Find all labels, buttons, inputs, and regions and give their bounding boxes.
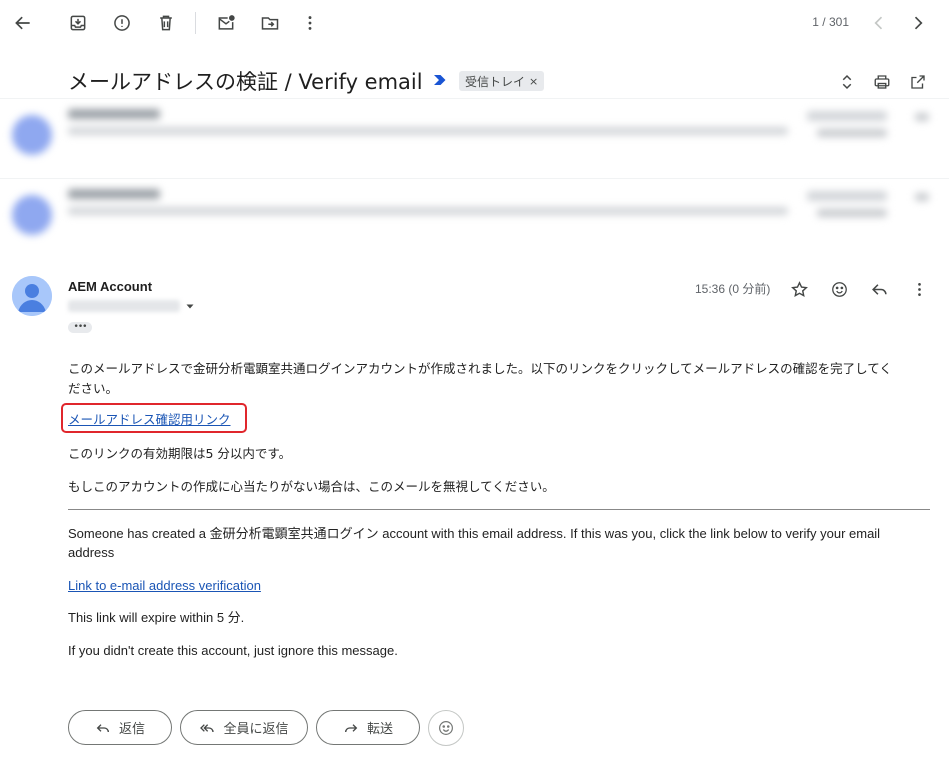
forward-button[interactable]: 転送 [316, 710, 420, 745]
date-placeholder [807, 111, 887, 121]
toolbar-divider [195, 12, 196, 34]
ja-intro-line-1: このメールアドレスで金研分析電顕室共通ログインアカウントが作成されました。以下の… [68, 361, 892, 376]
sender-placeholder [68, 109, 160, 119]
move-to-folder-icon[interactable] [255, 8, 285, 38]
email-subject: メールアドレスの検証 / Verify email [68, 70, 423, 94]
reply-button[interactable]: 返信 [68, 710, 172, 745]
inbox-label-text: 受信トレイ [465, 74, 526, 89]
date-placeholder [807, 191, 887, 201]
mark-unread-icon[interactable] [211, 8, 241, 38]
back-arrow-icon[interactable] [8, 8, 38, 38]
reply-label: 返信 [118, 722, 145, 737]
dots-text: ••• [73, 322, 88, 332]
more-options-icon[interactable] [295, 8, 325, 38]
more-placeholder [915, 113, 929, 121]
reply-all-icon [200, 723, 215, 732]
message-more-icon[interactable] [906, 276, 932, 302]
snippet-placeholder [68, 127, 788, 135]
collapsed-message[interactable] [0, 178, 949, 258]
reply-all-button[interactable]: 全員に返信 [180, 710, 308, 745]
reply-icon [96, 723, 109, 732]
collapsed-message-redacted [0, 99, 949, 178]
ja-expiry-text: このリンクの有効期限は5 分以内です。 [68, 446, 292, 461]
show-details-caret-icon[interactable] [185, 301, 195, 311]
date-placeholder [817, 129, 887, 137]
sender-name[interactable]: AEM Account [68, 279, 152, 294]
date-placeholder [817, 209, 887, 217]
avatar [12, 195, 52, 235]
reply-icon[interactable] [866, 276, 892, 302]
star-icon[interactable] [786, 276, 812, 302]
message-time: 15:36 (0 分前) [695, 282, 771, 296]
en-intro-text: Someone has created a 金研分析電顕室共通ログイン acco… [68, 526, 881, 560]
emoji-icon [439, 721, 453, 735]
default-avatar-icon [12, 276, 52, 316]
en-expiry-text: This link will expire within 5 分. [68, 610, 245, 625]
ja-intro-line-2: ださい。 [68, 381, 119, 396]
forward-label: 転送 [366, 722, 393, 737]
open-new-window-icon[interactable] [906, 70, 930, 94]
print-icon[interactable] [870, 70, 894, 94]
reply-all-label: 全員に返信 [223, 722, 289, 737]
show-trimmed-content-button[interactable]: ••• [68, 322, 92, 333]
recipient-redacted [68, 300, 180, 312]
avatar[interactable] [12, 276, 52, 316]
en-ignore-text: If you didn't create this account, just … [68, 643, 398, 658]
delete-icon[interactable] [151, 8, 181, 38]
importance-marker-icon[interactable] [433, 73, 447, 87]
collapsed-message[interactable] [0, 98, 949, 178]
forward-icon [344, 723, 358, 732]
divider [68, 509, 930, 510]
message-toolbar: 1 / 301 [0, 0, 949, 46]
ja-ignore-text: もしこのアカウントの作成に心当たりがない場合は、このメールを無視してください。 [68, 479, 555, 494]
archive-icon[interactable] [63, 8, 93, 38]
sender-placeholder [68, 189, 160, 199]
snippet-placeholder [68, 207, 788, 215]
emoji-reaction-icon[interactable] [826, 276, 852, 302]
remove-label-icon[interactable]: × [529, 75, 538, 88]
expand-collapse-icon[interactable] [835, 70, 859, 94]
collapsed-message-redacted [0, 179, 949, 258]
newer-chevron-icon[interactable] [864, 8, 894, 38]
en-verification-link[interactable]: Link to e-mail address verification [68, 576, 261, 595]
report-spam-icon[interactable] [107, 8, 137, 38]
avatar [12, 115, 52, 155]
inbox-label-chip: 受信トレイ × [459, 71, 545, 91]
message-header: AEM Account ••• 15:36 (0 分前) [0, 270, 949, 340]
emoji-reaction-button[interactable] [428, 710, 464, 746]
older-chevron-icon[interactable] [903, 8, 933, 38]
pager-count: 1 / 301 [812, 15, 849, 29]
ja-verification-link[interactable]: メールアドレス確認用リンク [68, 409, 231, 430]
more-placeholder [915, 193, 929, 201]
